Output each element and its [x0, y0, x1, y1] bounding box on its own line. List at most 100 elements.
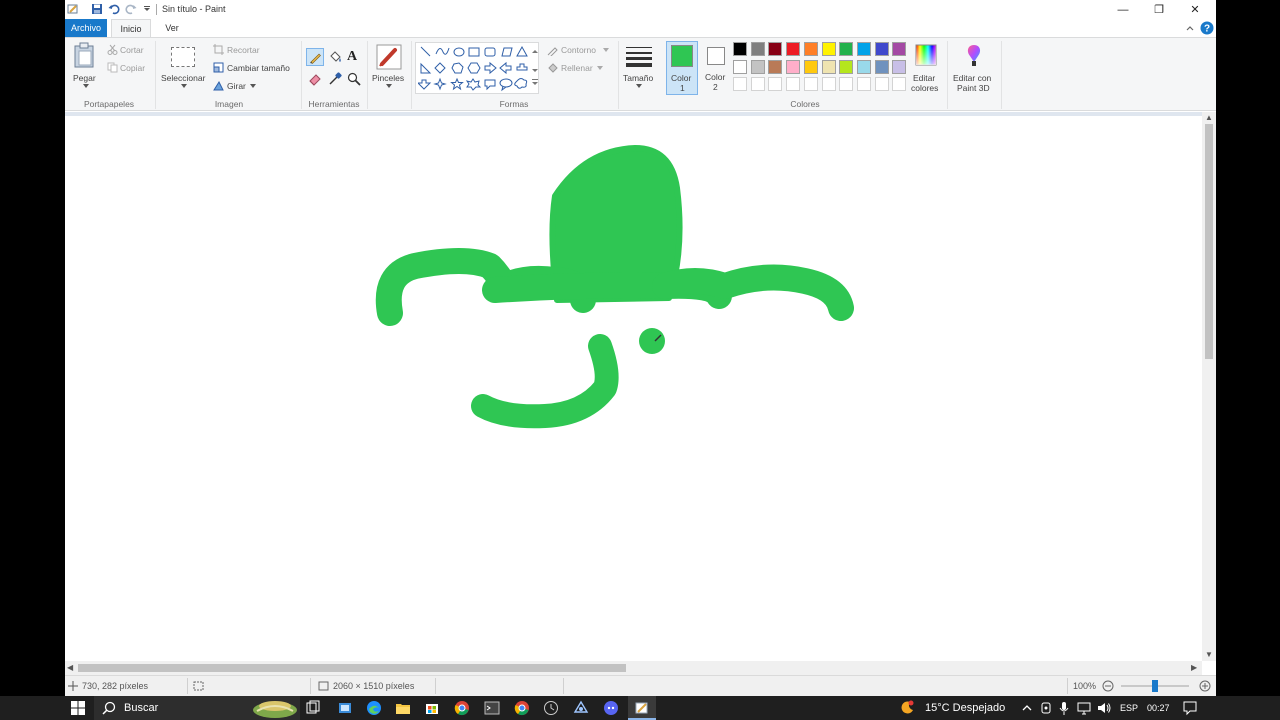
zoom-out-icon[interactable]: [1102, 680, 1114, 692]
cut-button[interactable]: Cortar: [120, 45, 144, 55]
volume-icon[interactable]: [1096, 700, 1112, 716]
edge-icon[interactable]: [366, 700, 382, 716]
palette-swatch-empty[interactable]: [803, 77, 818, 91]
vertical-scroll-thumb[interactable]: [1205, 124, 1213, 359]
palette-swatch[interactable]: [856, 59, 871, 74]
palette-swatch-empty[interactable]: [892, 77, 907, 91]
show-hidden-icons-chevron-up-icon[interactable]: [1019, 700, 1035, 716]
palette-swatch[interactable]: [821, 59, 836, 74]
task-view-icon[interactable]: [305, 700, 321, 716]
chrome-icon-2[interactable]: [514, 700, 530, 716]
palette-swatch[interactable]: [892, 59, 907, 74]
palette-swatch[interactable]: [821, 42, 836, 56]
tab-archivo[interactable]: Archivo: [65, 19, 107, 37]
palette-swatch[interactable]: [750, 42, 765, 56]
terminal-icon[interactable]: [484, 700, 500, 716]
palette-swatch[interactable]: [839, 42, 854, 56]
horizontal-scrollbar[interactable]: ◀ ▶: [65, 661, 1202, 675]
pencil-tool-button[interactable]: [306, 48, 324, 66]
shapes-icons[interactable]: [418, 44, 530, 94]
windows-start-icon[interactable]: [70, 700, 86, 716]
weather-text[interactable]: 15°C Despejado: [925, 702, 1005, 714]
select-button[interactable]: Seleccionar: [159, 40, 209, 92]
fill-bucket-icon[interactable]: [328, 50, 342, 64]
minimize-button[interactable]: —: [1105, 0, 1141, 19]
chrome-icon[interactable]: [454, 700, 470, 716]
palette-swatch[interactable]: [768, 59, 783, 74]
scroll-right-icon[interactable]: ▶: [1191, 663, 1197, 672]
size-button[interactable]: Tamaño: [621, 40, 657, 94]
palette-swatch-empty[interactable]: [874, 77, 889, 91]
palette-swatch[interactable]: [733, 42, 747, 56]
zoom-in-icon[interactable]: [1199, 680, 1211, 692]
save-icon[interactable]: [91, 3, 103, 15]
taskbar-search-box[interactable]: Buscar: [94, 696, 300, 720]
drawing-canvas[interactable]: [65, 112, 1202, 661]
paint-taskbar-button[interactable]: [628, 696, 656, 720]
clock-time[interactable]: 00:27: [1147, 703, 1170, 713]
palette-swatch-empty[interactable]: [856, 77, 871, 91]
app-icon-1[interactable]: [337, 700, 353, 716]
tab-inicio[interactable]: Inicio: [111, 19, 151, 38]
edit-with-paint3d-button[interactable]: Editar con Paint 3D: [950, 40, 998, 94]
palette-swatch-empty[interactable]: [733, 77, 747, 91]
maximize-button[interactable]: ❐: [1141, 0, 1177, 19]
discord-icon[interactable]: [603, 700, 619, 716]
network-icon[interactable]: [1076, 700, 1092, 716]
steam-icon[interactable]: [573, 700, 589, 716]
undo-icon[interactable]: [108, 3, 120, 15]
palette-swatch[interactable]: [786, 59, 801, 74]
palette-swatch[interactable]: [803, 42, 818, 56]
store-icon[interactable]: [424, 700, 440, 716]
palette-swatch[interactable]: [750, 59, 765, 74]
brushes-button[interactable]: Pinceles: [370, 40, 408, 94]
input-language[interactable]: ESP: [1120, 703, 1138, 713]
palette-swatch[interactable]: [839, 59, 854, 74]
scroll-left-icon[interactable]: ◀: [67, 663, 73, 672]
tab-ver[interactable]: Ver: [157, 19, 187, 37]
resize-button[interactable]: Cambiar tamaño: [227, 63, 290, 73]
tray-icon-1[interactable]: [1038, 700, 1054, 716]
notifications-icon[interactable]: [1182, 700, 1198, 716]
help-icon[interactable]: ?: [1200, 21, 1214, 35]
copy-button[interactable]: Copiar: [120, 63, 145, 73]
palette-swatch[interactable]: [803, 59, 818, 74]
crop-button[interactable]: Recortar: [227, 45, 260, 55]
palette-swatch-empty[interactable]: [821, 77, 836, 91]
eraser-icon[interactable]: [308, 72, 322, 86]
vertical-scrollbar[interactable]: ▲ ▼: [1202, 112, 1216, 661]
paste-button[interactable]: Pegar: [69, 40, 99, 92]
file-explorer-icon[interactable]: [395, 700, 411, 716]
palette-swatch-empty[interactable]: [786, 77, 801, 91]
microphone-icon[interactable]: [1056, 700, 1072, 716]
rotate-button[interactable]: Girar: [227, 81, 246, 91]
clock-app-icon[interactable]: [543, 700, 559, 716]
scroll-up-icon[interactable]: ▲: [1205, 113, 1213, 122]
weather-icon[interactable]: [899, 700, 915, 716]
zoom-slider-thumb[interactable]: [1152, 680, 1158, 692]
color-picker-icon[interactable]: [328, 72, 342, 86]
palette-swatch[interactable]: [768, 42, 783, 56]
text-tool-button[interactable]: A: [347, 49, 357, 65]
horizontal-scroll-thumb[interactable]: [78, 664, 626, 672]
color1-button[interactable]: Color 1: [666, 41, 698, 95]
palette-swatch[interactable]: [892, 42, 907, 56]
palette-swatch-empty[interactable]: [768, 77, 783, 91]
redo-icon[interactable]: [125, 3, 137, 15]
edit-colors-button[interactable]: Editar colores: [908, 40, 944, 94]
palette-swatch[interactable]: [874, 59, 889, 74]
palette-swatch[interactable]: [733, 59, 747, 74]
fill-shape-button[interactable]: Rellenar: [561, 63, 593, 73]
color2-button[interactable]: Color 2: [702, 41, 732, 95]
close-button[interactable]: ✕: [1177, 0, 1213, 19]
collapse-ribbon-icon[interactable]: [1185, 23, 1195, 33]
palette-swatch[interactable]: [874, 42, 889, 56]
palette-swatch[interactable]: [856, 42, 871, 56]
palette-swatch[interactable]: [786, 42, 801, 56]
customize-quick-access-icon[interactable]: [141, 3, 153, 15]
palette-swatch-empty[interactable]: [750, 77, 765, 91]
magnifier-icon[interactable]: [347, 72, 361, 86]
outline-button[interactable]: Contorno: [561, 45, 596, 55]
shapes-scroll-icon[interactable]: [532, 49, 538, 89]
scroll-down-icon[interactable]: ▼: [1205, 650, 1213, 659]
